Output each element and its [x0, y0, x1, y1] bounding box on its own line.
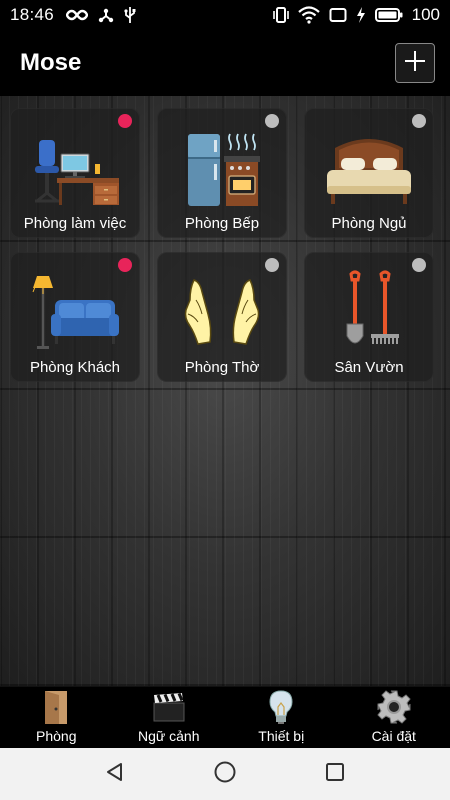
- tab-label: Cài đặt: [371, 728, 416, 744]
- praying-hands-icon: [174, 270, 270, 356]
- kitchen-icon: [174, 126, 270, 212]
- tab-rooms[interactable]: Phòng: [0, 687, 113, 748]
- door-icon: [36, 688, 76, 726]
- bed-icon: [321, 126, 417, 212]
- desk-icon: [27, 126, 123, 212]
- infinity-icon: [66, 8, 89, 22]
- room-tile-bedroom[interactable]: Phòng Ngủ: [304, 108, 434, 238]
- plus-icon: [403, 49, 427, 78]
- room-label: Phòng làm việc: [23, 215, 127, 232]
- garden-tools-icon: [321, 270, 417, 356]
- home-button[interactable]: [205, 754, 245, 794]
- room-label: Sân Vườn: [334, 359, 404, 376]
- gear-icon: [374, 688, 414, 726]
- room-label: Phòng Khách: [29, 359, 121, 376]
- room-tile-altar[interactable]: Phòng Thờ: [157, 252, 287, 382]
- clapperboard-icon: [149, 688, 189, 726]
- bottom-tab-bar: Phòng Ngữ cảnh Thiết bị Cài đặt: [0, 686, 450, 748]
- home-icon: [213, 760, 237, 789]
- usb-icon: [124, 6, 136, 24]
- tab-devices[interactable]: Thiết bị: [225, 687, 338, 748]
- room-label: Phòng Ngủ: [331, 215, 407, 232]
- recents-button[interactable]: [315, 754, 355, 794]
- room-label: Phòng Bếp: [184, 215, 260, 232]
- app-bar: Mose: [0, 30, 450, 96]
- room-grid: Phòng làm việc Phòng Bếp Phòng Ngủ Phòng…: [10, 108, 440, 382]
- vibrate-icon: [272, 6, 289, 24]
- room-tile-kitchen[interactable]: Phòng Bếp: [157, 108, 287, 238]
- wifi-icon: [297, 6, 320, 24]
- status-bar: 18:46 100: [0, 0, 450, 30]
- room-tile-garden[interactable]: Sân Vườn: [304, 252, 434, 382]
- tab-label: Thiết bị: [258, 728, 305, 744]
- battery-level: 100: [411, 5, 440, 24]
- tab-label: Phòng: [36, 728, 77, 744]
- lightbulb-icon: [261, 688, 301, 726]
- page-title: Mose: [20, 49, 82, 76]
- tab-scenes[interactable]: Ngữ cảnh: [113, 687, 226, 748]
- share-icon: [98, 7, 114, 23]
- charging-icon: [356, 7, 366, 23]
- room-label: Phòng Thờ: [184, 359, 260, 376]
- recents-icon: [325, 762, 345, 787]
- back-button[interactable]: [95, 754, 135, 794]
- system-nav-bar: [0, 748, 450, 800]
- tab-label: Ngữ cảnh: [137, 728, 200, 744]
- tab-settings[interactable]: Cài đặt: [338, 687, 450, 748]
- screen-icon: [329, 7, 347, 23]
- back-icon: [104, 761, 126, 788]
- add-room-button[interactable]: [395, 43, 435, 83]
- status-time: 18:46: [10, 5, 55, 24]
- room-grid-area: Phòng làm việc Phòng Bếp Phòng Ngủ Phòng…: [0, 96, 450, 686]
- sofa-icon: [27, 270, 123, 356]
- room-tile-work[interactable]: Phòng làm việc: [10, 108, 140, 238]
- battery-icon: [374, 7, 403, 23]
- room-tile-living[interactable]: Phòng Khách: [10, 252, 140, 382]
